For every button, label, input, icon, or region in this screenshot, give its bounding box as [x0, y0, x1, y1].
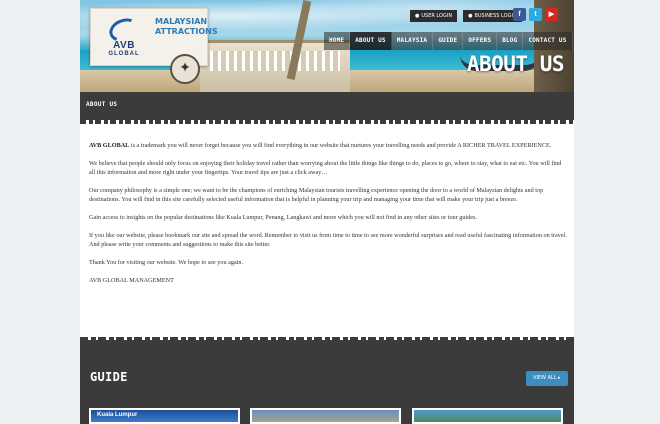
nav-blog[interactable]: BLOG [497, 32, 524, 50]
intro-paragraph: AVB GLOBAL is a trademark you will never… [89, 141, 567, 150]
nav-guide[interactable]: GUIDE [433, 32, 464, 50]
guide-thumb-1[interactable]: Kuala Lumpur [89, 408, 240, 424]
nav-offers[interactable]: OFFERS [463, 32, 498, 50]
torn-edge [80, 118, 574, 124]
social-links: f t ▶ [513, 8, 558, 21]
signoff: AVB GLOBAL MANAGEMENT [89, 277, 174, 284]
intro-brand: AVB GLOBAL [89, 142, 130, 149]
guide-title: GUIDE [90, 370, 128, 384]
compass-icon: ✦ [170, 54, 200, 84]
login-buttons: ● USER LOGIN ● BUSINESS LOGIN [410, 10, 522, 22]
user-icon: ● [468, 13, 473, 19]
nav-malaysia[interactable]: MALAYSIA [391, 32, 434, 50]
page: AVB GLOBAL MALAYSIAN ATTRACTIONS ✦ ● USE… [80, 0, 574, 424]
user-login-button[interactable]: ● USER LOGIN [410, 10, 458, 22]
logo-brand: AVB [113, 40, 135, 51]
nav-about-us[interactable]: ABOUT US [350, 32, 392, 50]
twitter-icon[interactable]: t [529, 8, 542, 21]
logo-brand-sub: GLOBAL [108, 51, 140, 57]
logo-tagline-line1: MALAYSIAN [155, 17, 208, 26]
logo-tagline-line2: ATTRACTIONS [155, 27, 218, 36]
youtube-icon[interactable]: ▶ [545, 8, 558, 21]
hero-title: ABOUT US [466, 52, 565, 76]
paragraph-2: We believe that people should only focus… [89, 160, 562, 176]
avb-logo: AVB GLOBAL [97, 14, 151, 61]
section-header-bar: ABOUT US [80, 92, 574, 124]
guide-thumb-3[interactable] [412, 408, 563, 424]
hero-banner: AVB GLOBAL MALAYSIAN ATTRACTIONS ✦ ● USE… [80, 0, 574, 92]
user-icon: ● [415, 13, 420, 19]
view-all-button[interactable]: VIEW ALL ▸ [526, 371, 568, 386]
user-login-label: USER LOGIN [421, 13, 453, 19]
guide-thumb-2[interactable] [250, 408, 401, 424]
paragraph-6: Thank You for visiting our website. We h… [89, 259, 244, 266]
paragraph-3: Our company philosophy is a simple one; … [89, 187, 544, 203]
guide-section: GUIDE VIEW ALL ▸ Kuala Lumpur [80, 337, 574, 424]
main-nav: HOME ABOUT US MALAYSIA GUIDE OFFERS BLOG… [324, 32, 573, 50]
paragraph-5: If you like our website, please bookmark… [89, 232, 567, 248]
swoosh-icon [106, 14, 142, 46]
section-title: ABOUT US [86, 101, 118, 108]
nav-home[interactable]: HOME [324, 32, 351, 50]
about-content: AVB GLOBAL is a trademark you will never… [89, 141, 567, 294]
guide-thumb-caption: Kuala Lumpur [97, 412, 138, 418]
facebook-icon[interactable]: f [513, 8, 526, 21]
nav-contact-us[interactable]: CONTACT US [523, 32, 573, 50]
paragraph-4: Gain access to insights on the popular d… [89, 214, 477, 221]
business-login-label: BUSINESS LOGIN [474, 13, 517, 19]
logo-tagline: MALAYSIAN ATTRACTIONS [155, 17, 218, 37]
intro-text: is a trademark you will never forget bec… [129, 142, 552, 149]
